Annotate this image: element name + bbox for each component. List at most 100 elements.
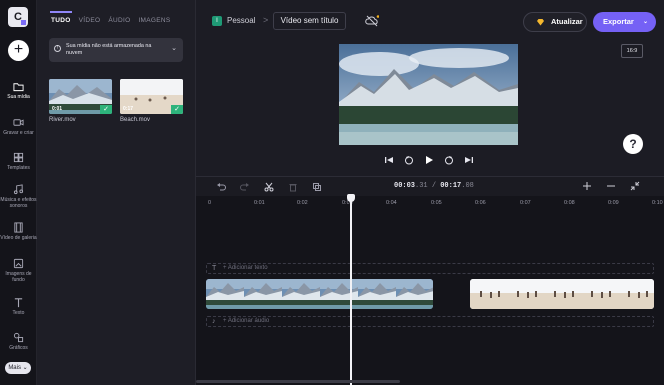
media-tabs: TUDO VÍDEO ÁUDIO IMAGENS (51, 17, 171, 24)
rail-item-backgrounds[interactable]: Imagens de fundo (0, 258, 37, 283)
rail-item-text[interactable]: Texto (0, 297, 37, 316)
undo-icon[interactable] (216, 182, 226, 192)
rail-item-label: Texto (12, 310, 25, 316)
check-icon: ✓ (171, 105, 183, 114)
trash-icon[interactable] (288, 182, 298, 192)
current-time: 00:03 (394, 182, 416, 190)
rail-item-stock-video[interactable]: Vídeo de galeria (0, 222, 37, 241)
video-clip-beach[interactable] (470, 279, 654, 309)
video-clip-river[interactable] (206, 279, 433, 309)
upgrade-button[interactable]: Atualizar (523, 12, 587, 32)
rail-item-label: Vídeo de galeria (0, 235, 37, 241)
rail-item-graphics[interactable]: Gráficos (0, 332, 37, 351)
zoom-in-icon[interactable] (582, 181, 592, 191)
ruler-label: 0:05 (431, 200, 442, 206)
skip-back-icon[interactable] (384, 155, 394, 165)
shapes-icon (13, 332, 24, 343)
ruler-label: 0:07 (520, 200, 531, 206)
media-item-beach[interactable]: 0:17 ✓ (120, 79, 183, 114)
scissors-icon[interactable] (264, 182, 274, 192)
add-text-track[interactable]: T + Adicionar texto (206, 263, 654, 274)
media-name: Beach.mov (120, 117, 151, 123)
timeline[interactable]: 0 0:01 0:02 0:03 0:04 0:05 0:06 0:07 0:0… (196, 196, 664, 385)
export-label: Exportar (603, 17, 634, 26)
duration-label: 0:01 (52, 106, 63, 112)
media-name: River.mov (49, 117, 76, 123)
skip-forward-icon[interactable] (464, 155, 474, 165)
river-clip-frames (206, 279, 433, 309)
rail-item-record[interactable]: Gravar e criar (0, 117, 37, 136)
more-label: Mais (8, 365, 21, 371)
breadcrumb-chevron-icon: > (263, 15, 269, 25)
video-title-input[interactable]: Vídeo sem título (273, 12, 346, 30)
rail-item-label: Templates (7, 165, 30, 171)
playback-controls (384, 154, 474, 166)
current-time-frac: .31 (415, 182, 428, 190)
more-button[interactable]: Mais ⌄ (5, 362, 31, 374)
export-button[interactable]: Exportar ⌄ (593, 12, 656, 32)
project-name[interactable]: Pessoal (227, 16, 255, 25)
check-icon: ✓ (100, 105, 112, 114)
app-window: C + Sua mídia Gravar e criar Templates M… (0, 0, 664, 385)
chevron-down-icon: ⌄ (642, 19, 648, 25)
play-icon[interactable] (424, 155, 434, 165)
beach-clip-frames (470, 279, 654, 309)
info-icon: ! (54, 45, 61, 52)
text-icon (14, 298, 23, 308)
music-note-icon: ♪ (212, 318, 216, 325)
add-audio-track[interactable]: ♪ + Adicionar áudio (206, 316, 654, 327)
tab-all[interactable]: TUDO (51, 17, 71, 24)
media-item-river[interactable]: 0:01 ✓ (49, 79, 112, 114)
zoom-out-icon[interactable] (606, 181, 616, 191)
total-time: 00:17 (440, 182, 462, 190)
add-media-button[interactable]: + (8, 40, 29, 61)
cloud-notice[interactable]: ! Sua mídia não está armazenada na nuvem… (49, 38, 183, 62)
add-audio-label: + Adicionar áudio (223, 318, 270, 324)
time-separator: / (427, 182, 441, 190)
video-preview[interactable] (339, 44, 518, 145)
ruler-label: 0:04 (386, 200, 397, 206)
folder-icon (13, 83, 24, 92)
total-time-frac: .08 (461, 182, 474, 190)
cloud-off-icon[interactable] (365, 15, 379, 27)
rail-item-your-media[interactable]: Sua mídia (0, 81, 37, 100)
rail-item-label: Gráficos (9, 345, 28, 351)
duration-label: 0:17 (123, 106, 134, 112)
active-tab-indicator (50, 11, 72, 13)
tab-images[interactable]: IMAGENS (138, 17, 170, 24)
timeline-scrollbar[interactable] (196, 380, 400, 383)
tab-video[interactable]: VÍDEO (79, 17, 101, 24)
forward-5s-icon[interactable] (444, 155, 454, 165)
aspect-ratio-button[interactable]: 16:9 (621, 44, 643, 58)
time-ruler[interactable]: 0 0:01 0:02 0:03 0:04 0:05 0:06 0:07 0:0… (196, 198, 664, 210)
help-button[interactable]: ? (623, 134, 643, 154)
upgrade-label: Atualizar (551, 17, 583, 26)
clipchamp-logo[interactable]: C (8, 7, 28, 27)
cloud-notice-text: Sua mídia não está armazenada na nuvem (66, 43, 152, 56)
duplicate-icon[interactable] (312, 182, 322, 192)
redo-icon[interactable] (240, 182, 250, 192)
media-panel: TUDO VÍDEO ÁUDIO IMAGENS ! Sua mídia não… (37, 0, 196, 385)
ruler-label: 0:08 (564, 200, 575, 206)
add-text-label: + Adicionar texto (223, 265, 268, 271)
camera-icon (13, 119, 24, 126)
timecode: 00:03.31 / 00:17.08 (394, 182, 474, 190)
ruler-label: 0:06 (475, 200, 486, 206)
text-track-icon: T (212, 265, 217, 272)
tab-audio[interactable]: ÁUDIO (108, 17, 130, 24)
zoom-tools (582, 181, 640, 191)
chevron-down-icon[interactable]: ⌄ (171, 45, 177, 52)
image-icon (13, 258, 24, 269)
playhead[interactable] (350, 196, 352, 385)
ruler-label: 0:09 (608, 200, 619, 206)
edit-tools (216, 182, 322, 192)
rail-item-templates[interactable]: Templates (0, 152, 37, 171)
ruler-label: 0 (208, 200, 212, 206)
rail-item-label: Gravar e criar (3, 130, 34, 136)
rewind-5s-icon[interactable] (404, 155, 414, 165)
ruler-label: 0:02 (297, 200, 308, 206)
rail-item-music[interactable]: Música e efeitos sonoros (0, 184, 37, 209)
timeline-toolbar: 00:03.31 / 00:17.08 (196, 176, 664, 196)
fit-timeline-icon[interactable] (630, 181, 640, 191)
rail-item-label: Imagens de fundo (5, 271, 32, 283)
